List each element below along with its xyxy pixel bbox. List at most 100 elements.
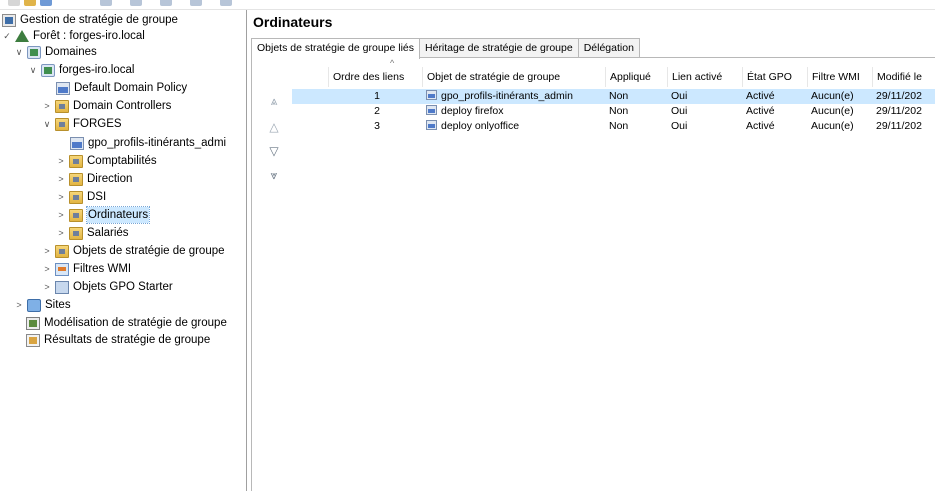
expand-toggle[interactable]: > — [56, 153, 66, 169]
tree-item-label: Objets de stratégie de groupe — [73, 245, 225, 257]
tab-delegation[interactable]: Délégation — [577, 38, 640, 58]
tree-item-default-domain-policy[interactable]: Default Domain Policy — [56, 80, 187, 96]
tree-item-comptabilites[interactable]: > Comptabilités — [56, 153, 157, 169]
cell-gpo: deploy onlyoffice — [426, 119, 604, 134]
sites-icon — [27, 298, 41, 312]
ou-folder-icon — [69, 172, 83, 186]
toolbar-tool-icon[interactable] — [100, 0, 112, 6]
ou-folder-icon — [69, 208, 83, 222]
cell-gpo-status: Activé — [746, 120, 775, 132]
tree-item-domains[interactable]: ∨ Domaines — [14, 44, 97, 60]
ou-folder-icon — [69, 154, 83, 168]
ou-folder-icon — [69, 190, 83, 204]
tree-item-domain-forges-iro[interactable]: ∨ forges-iro.local — [28, 62, 134, 78]
tree-item-label: Ordinateurs — [85, 206, 151, 224]
cell-gpo: deploy firefox — [426, 104, 604, 119]
tree-item-forges[interactable]: ∨ FORGES — [42, 116, 122, 132]
modeling-icon — [26, 316, 40, 330]
cell-link-order: 1 — [374, 90, 380, 102]
column-header-modified[interactable]: Modifié le — [872, 67, 935, 87]
results-icon — [26, 333, 40, 347]
toolbar-folder-icon[interactable] — [24, 0, 36, 6]
toolbar-tool-icon[interactable] — [130, 0, 142, 6]
column-header-link-enabled[interactable]: Lien activé — [667, 67, 739, 87]
cell-gpo: gpo_profils-itinérants_admin — [426, 89, 604, 104]
gpmc-root-icon — [2, 13, 16, 27]
toolbar-tool-icon[interactable] — [160, 0, 172, 6]
tree-item-gpo-profils[interactable]: gpo_profils-itinérants_admi — [70, 135, 226, 151]
expand-toggle[interactable]: > — [56, 207, 66, 223]
toolbar-back-icon[interactable] — [8, 0, 20, 6]
expand-toggle[interactable]: > — [56, 171, 66, 187]
move-link-up-icon[interactable]: △ — [264, 119, 284, 135]
tab-linked-gpos[interactable]: Objets de stratégie de groupe liés — [251, 38, 421, 59]
table-row[interactable]: 2 deploy firefox Non Oui Activé Aucun(e)… — [292, 104, 935, 119]
gpo-link-icon — [56, 81, 70, 95]
expand-toggle[interactable]: > — [42, 243, 52, 259]
tree-item-label: Filtres WMI — [73, 263, 132, 275]
expand-toggle[interactable]: > — [56, 189, 66, 205]
expand-toggle[interactable]: ∨ — [42, 116, 52, 132]
tree-item-sites[interactable]: > Sites — [14, 297, 71, 313]
expand-toggle[interactable]: > — [42, 98, 52, 114]
cell-gpo-name: gpo_profils-itinérants_admin — [441, 90, 573, 102]
table-row[interactable]: 3 deploy onlyoffice Non Oui Activé Aucun… — [292, 119, 935, 134]
wmi-filter-icon — [55, 262, 69, 276]
cell-wmi-filter: Aucun(e) — [811, 90, 854, 102]
expand-toggle[interactable]: ∨ — [28, 62, 38, 78]
gpo-link-icon — [70, 136, 84, 150]
tree-item-direction[interactable]: > Direction — [56, 171, 132, 187]
move-link-bottom-icon[interactable]: ⩔ — [264, 167, 284, 183]
tab-strip: Objets de stratégie de groupe liés Hérit… — [251, 38, 640, 59]
expand-toggle[interactable]: > — [14, 297, 24, 313]
expand-toggle[interactable]: > — [42, 279, 52, 295]
tree-item-domain-controllers[interactable]: > Domain Controllers — [42, 98, 171, 114]
domains-icon — [27, 45, 41, 59]
expand-toggle[interactable]: > — [42, 261, 52, 277]
column-header-gpo[interactable]: Objet de stratégie de groupe — [422, 67, 602, 87]
toolbar-tool-icon[interactable] — [220, 0, 232, 6]
domain-icon — [41, 63, 55, 77]
table-header: ^ Ordre des liens Objet de stratégie de … — [292, 58, 935, 87]
table-row[interactable]: 1 gpo_profils-itinérants_admin Non Oui A… — [292, 89, 935, 104]
tree-item-label: Direction — [87, 173, 133, 185]
column-header-enforced[interactable]: Appliqué — [605, 67, 667, 87]
tree-item-label: Domain Controllers — [73, 100, 172, 112]
cell-link-order: 2 — [374, 105, 380, 117]
ou-folder-icon — [55, 99, 69, 113]
tree-item-wmi-filters[interactable]: > Filtres WMI — [42, 261, 131, 277]
cell-link-enabled: Oui — [671, 90, 688, 102]
column-header-wmi-filter[interactable]: Filtre WMI — [807, 67, 871, 87]
tree-item-gp-results[interactable]: Résultats de stratégie de groupe — [26, 332, 210, 348]
tree-item-dsi[interactable]: > DSI — [56, 189, 106, 205]
gpo-icon — [426, 120, 437, 130]
tree-item-ordinateurs[interactable]: > Ordinateurs — [56, 206, 151, 224]
tree-item-label: DSI — [87, 191, 107, 203]
tree-item-forest[interactable]: ✓ Forêt : forges-iro.local — [2, 28, 145, 44]
tree-item-salaries[interactable]: > Salariés — [56, 225, 129, 241]
cell-link-enabled: Oui — [671, 105, 688, 117]
column-header-gpo-status[interactable]: État GPO — [742, 67, 806, 87]
tree-item-starter-gpos[interactable]: > Objets GPO Starter — [42, 279, 173, 295]
cell-link-enabled: Oui — [671, 120, 688, 132]
tab-gpo-inheritance[interactable]: Héritage de stratégie de groupe — [419, 38, 579, 58]
tree-item-gpmc-root[interactable]: Gestion de stratégie de groupe — [2, 12, 178, 28]
tree-item-gpo-container[interactable]: > Objets de stratégie de groupe — [42, 243, 225, 259]
forest-icon — [15, 30, 29, 42]
toolbar-console-icon[interactable] — [40, 0, 52, 6]
toolbar-strip — [0, 0, 935, 10]
cell-gpo-name: deploy firefox — [441, 105, 504, 117]
tree-item-label: Domaines — [45, 46, 97, 58]
move-link-down-icon[interactable]: ▽ — [264, 143, 284, 159]
expand-toggle[interactable]: > — [56, 225, 66, 241]
cell-enforced: Non — [609, 105, 629, 117]
tree-item-gp-modeling[interactable]: Modélisation de stratégie de groupe — [26, 315, 227, 331]
starter-gpo-icon — [55, 280, 69, 294]
toolbar-tool-icon[interactable] — [190, 0, 202, 6]
column-header-link-order[interactable]: Ordre des liens — [328, 67, 426, 87]
expand-toggle[interactable]: ∨ — [14, 44, 24, 60]
move-link-top-icon[interactable]: ⩓ — [264, 93, 284, 109]
cell-wmi-filter: Aucun(e) — [811, 120, 854, 132]
expand-toggle[interactable]: ✓ — [2, 28, 12, 44]
cell-wmi-filter: Aucun(e) — [811, 105, 854, 117]
